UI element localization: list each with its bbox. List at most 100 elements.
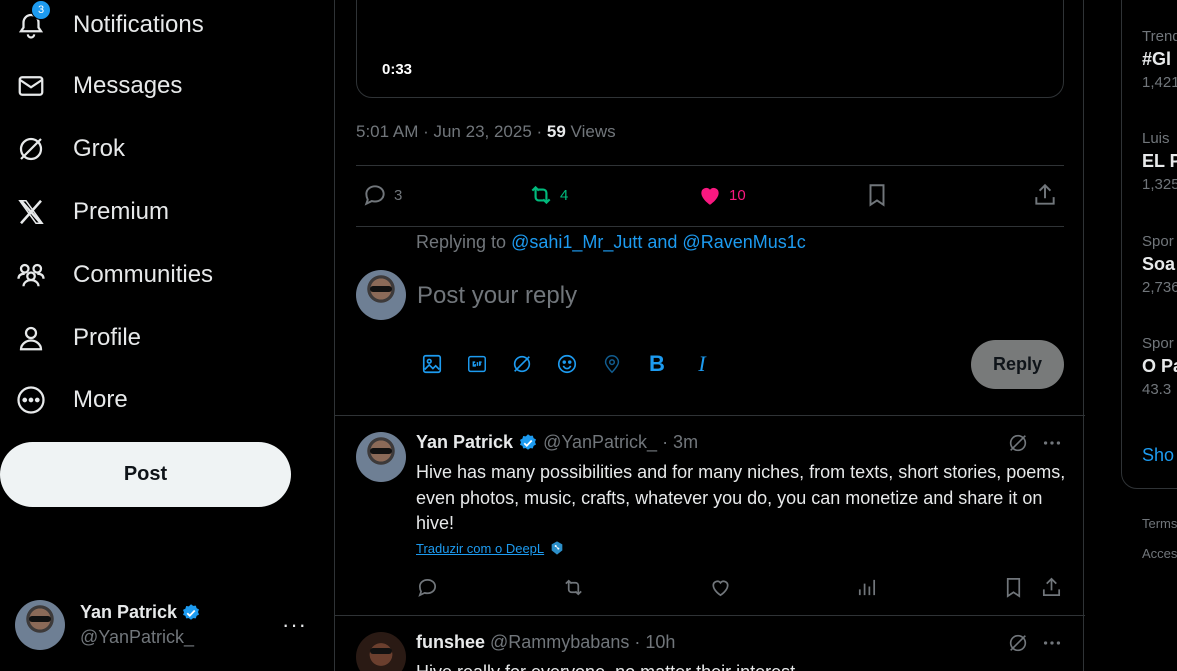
nav-premium[interactable]: Premium — [16, 187, 169, 237]
tweet-header: Yan Patrick @YanPatrick_ · 3m — [416, 432, 698, 453]
reply-tweet[interactable]: Yan Patrick @YanPatrick_ · 3m Hive has m… — [335, 415, 1085, 615]
account-name: Yan Patrick — [80, 602, 178, 622]
reply-action[interactable]: 3 — [362, 182, 402, 208]
trend-count: 1,421 — [1142, 74, 1177, 91]
trend-item[interactable]: Spor O Pa 43.3 — [1142, 335, 1177, 398]
retweet-count: 4 — [560, 186, 569, 204]
post-button[interactable]: Post — [0, 442, 291, 507]
nav-more[interactable]: More — [16, 375, 128, 425]
verified-badge-icon — [183, 603, 200, 620]
location-icon[interactable] — [597, 349, 627, 379]
post-meta: 5:01 AM · Jun 23, 2025 · 59 Views — [356, 122, 616, 142]
grok-icon[interactable] — [1007, 432, 1029, 454]
trend-count: 43.3 — [1142, 381, 1172, 398]
show-more-link[interactable]: Sho — [1142, 445, 1174, 466]
retweet-action[interactable] — [562, 576, 585, 599]
bookmark-action[interactable] — [1002, 576, 1025, 599]
reply-action[interactable] — [416, 576, 439, 599]
nav-communities[interactable]: Communities — [16, 250, 213, 300]
bookmark-action[interactable] — [864, 182, 890, 208]
post-action-bar: 3 4 10 — [356, 166, 1064, 226]
italic-icon[interactable]: I — [687, 349, 717, 379]
reply-icon — [418, 578, 437, 597]
grok-icon[interactable] — [1007, 632, 1029, 654]
reply-input[interactable] — [417, 278, 957, 314]
verified-badge-icon — [520, 433, 537, 450]
trend-title: EL P — [1142, 151, 1177, 171]
trend-item[interactable]: Luis EL P 1,325 — [1142, 130, 1177, 193]
retweet-icon — [565, 579, 582, 596]
tweet-tools — [1007, 632, 1063, 654]
bell-icon: 3 — [16, 0, 51, 40]
tweet-action-bar — [416, 576, 1066, 602]
footer-terms-link[interactable]: Terms — [1142, 516, 1177, 531]
emoji-icon[interactable] — [552, 349, 582, 379]
trend-count: 2,736 — [1142, 279, 1177, 296]
nav-messages[interactable]: Messages — [16, 61, 182, 111]
heart-icon — [712, 580, 729, 597]
more-circle-icon — [16, 385, 46, 415]
views-label: Views — [565, 122, 616, 141]
analytics-action[interactable] — [855, 576, 878, 599]
gif-icon[interactable] — [462, 349, 492, 379]
trend-item[interactable]: Spor Soa 2,736 — [1142, 233, 1177, 296]
avatar[interactable] — [356, 632, 406, 671]
post-timestamp[interactable]: 5:01 AM · Jun 23, 2025 · — [356, 122, 547, 141]
more-horizontal-icon[interactable] — [1041, 432, 1063, 454]
replying-to-users-link[interactable]: @sahi1_Mr_Jutt and @RavenMus1c — [511, 232, 806, 252]
replying-to: Replying to @sahi1_Mr_Jutt and @RavenMus… — [416, 232, 806, 253]
avatar — [356, 270, 406, 320]
tweet-author-handle[interactable]: @YanPatrick_ — [543, 432, 657, 453]
x-logo-icon — [16, 197, 46, 227]
share-action[interactable] — [1040, 576, 1063, 599]
tweet-tools — [1007, 432, 1063, 454]
share-action[interactable] — [1032, 182, 1058, 208]
tweet-time[interactable]: · 10h — [634, 632, 675, 653]
trend-title: O Pa — [1142, 356, 1177, 376]
account-handle: @YanPatrick_ — [80, 627, 194, 647]
tweet-time[interactable]: · 3m — [662, 432, 698, 453]
image-icon[interactable] — [417, 349, 447, 379]
nav-label: Messages — [73, 72, 183, 99]
nav-label: Communities — [73, 261, 214, 288]
account-switcher[interactable]: Yan Patrick @YanPatrick_ ··· — [15, 598, 315, 652]
nav-grok[interactable]: Grok — [16, 124, 125, 174]
trend-item[interactable]: Trending #Gl 1,421 — [1142, 28, 1177, 91]
like-action[interactable] — [709, 576, 732, 599]
reply-button[interactable]: Reply — [971, 340, 1064, 389]
tweet-author-handle[interactable]: @Rammybabans — [490, 632, 629, 653]
more-horizontal-icon[interactable] — [1041, 632, 1063, 654]
trend-title: Soa — [1142, 254, 1176, 274]
nav-label: Grok — [73, 135, 126, 162]
nav-notifications[interactable]: 3 Notifications — [16, 0, 204, 50]
tweet-author-name[interactable]: funshee — [416, 632, 485, 653]
reply-icon — [364, 185, 385, 206]
reply-tweet[interactable]: funshee @Rammybabans · 10h Hive really f… — [335, 615, 1085, 671]
share-icon — [1042, 577, 1061, 597]
like-action[interactable]: 10 — [697, 182, 746, 208]
retweet-action[interactable]: 4 — [528, 182, 568, 208]
video-player[interactable]: 0:33 — [356, 0, 1064, 98]
divider — [356, 226, 1064, 227]
video-time: 0:33 — [382, 61, 413, 78]
nav-label: Premium — [73, 198, 170, 225]
trend-meta: Spor — [1142, 335, 1174, 352]
nav-label: Profile — [73, 324, 142, 351]
tweet-author-name[interactable]: Yan Patrick — [416, 432, 513, 453]
translate-label: Traduzir com o DeepL — [416, 540, 545, 556]
more-horizontal-icon[interactable]: ··· — [282, 612, 307, 638]
main-column: 0:33 5:01 AM · Jun 23, 2025 · 59 Views 3… — [334, 0, 1085, 671]
translate-link[interactable]: Traduzir com o DeepL — [416, 540, 565, 556]
tweet-header: funshee @Rammybabans · 10h — [416, 632, 675, 653]
nav-profile[interactable]: Profile — [16, 313, 141, 363]
grok-icon[interactable] — [507, 349, 537, 379]
trend-meta: Trending — [1142, 28, 1177, 45]
avatar[interactable] — [356, 432, 406, 482]
bold-icon[interactable]: B — [642, 349, 672, 379]
bookmark-icon — [1006, 578, 1021, 598]
composer-toolbar: B I — [417, 349, 717, 379]
left-sidebar: 3 Notifications Messages Grok Premium Co… — [0, 0, 334, 671]
analytics-icon — [858, 579, 876, 596]
share-icon — [1035, 183, 1055, 205]
footer-accessibility-link[interactable]: Acces — [1142, 546, 1177, 561]
